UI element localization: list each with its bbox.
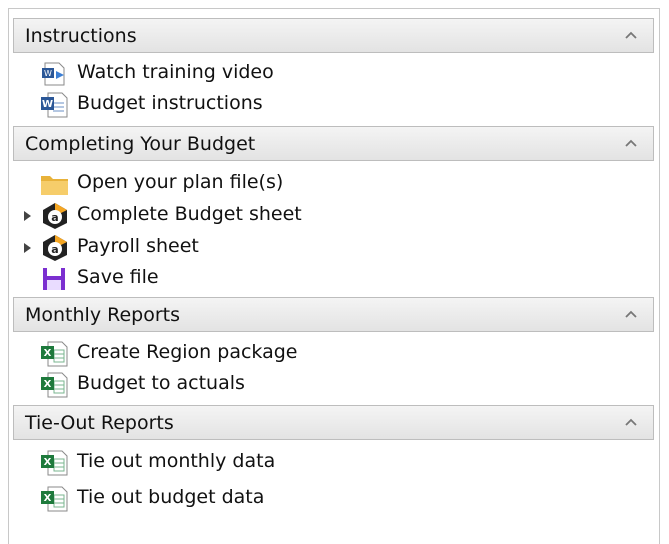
excel-doc-icon: X bbox=[41, 372, 68, 398]
excel-doc-icon: X bbox=[41, 341, 68, 367]
item-label: Open your plan file(s) bbox=[77, 171, 284, 193]
section-header-monthly-reports[interactable]: Monthly Reports bbox=[13, 297, 654, 332]
item-label: Watch training video bbox=[77, 61, 274, 83]
item-label: Complete Budget sheet bbox=[77, 203, 302, 225]
save-disk-icon bbox=[43, 268, 65, 290]
expand-arrow-icon[interactable] bbox=[21, 208, 33, 222]
item-label: Create Region package bbox=[77, 341, 298, 363]
word-doc-icon: W bbox=[41, 92, 68, 118]
expand-arrow-icon[interactable] bbox=[21, 240, 33, 254]
excel-doc-icon: X bbox=[41, 450, 68, 476]
section-title: Monthly Reports bbox=[25, 304, 180, 326]
svg-text:X: X bbox=[44, 379, 52, 390]
chevron-up-icon[interactable] bbox=[623, 415, 639, 429]
section-title: Completing Your Budget bbox=[25, 133, 256, 155]
section-header-completing-your-budget[interactable]: Completing Your Budget bbox=[13, 126, 654, 161]
svg-text:W: W bbox=[44, 69, 52, 78]
video-doc-icon: W bbox=[42, 62, 65, 86]
svg-text:W: W bbox=[42, 99, 53, 110]
folder-icon bbox=[41, 176, 68, 195]
chevron-up-icon[interactable] bbox=[623, 307, 639, 321]
section-header-instructions[interactable]: Instructions bbox=[13, 18, 654, 53]
excel-doc-icon: X bbox=[41, 486, 68, 512]
svg-text:X: X bbox=[44, 493, 52, 504]
chevron-up-icon[interactable] bbox=[623, 136, 639, 150]
task-pane: Instructions W Watch training video W Bu… bbox=[8, 8, 660, 544]
item-label: Save file bbox=[77, 266, 159, 288]
app-badge-icon: a bbox=[43, 235, 67, 261]
item-label: Payroll sheet bbox=[77, 235, 199, 257]
item-label: Budget instructions bbox=[77, 92, 263, 114]
section-title: Tie-Out Reports bbox=[25, 412, 174, 434]
svg-text:a: a bbox=[51, 243, 58, 256]
svg-text:X: X bbox=[44, 348, 52, 359]
svg-text:a: a bbox=[51, 211, 58, 224]
app-badge-icon: a bbox=[43, 203, 67, 229]
chevron-up-icon[interactable] bbox=[623, 28, 639, 42]
item-label: Tie out budget data bbox=[77, 486, 265, 508]
item-label: Tie out monthly data bbox=[77, 450, 276, 472]
section-title: Instructions bbox=[25, 25, 137, 47]
section-header-tie-out-reports[interactable]: Tie-Out Reports bbox=[13, 405, 654, 440]
item-label: Budget to actuals bbox=[77, 372, 245, 394]
svg-text:X: X bbox=[44, 457, 52, 468]
